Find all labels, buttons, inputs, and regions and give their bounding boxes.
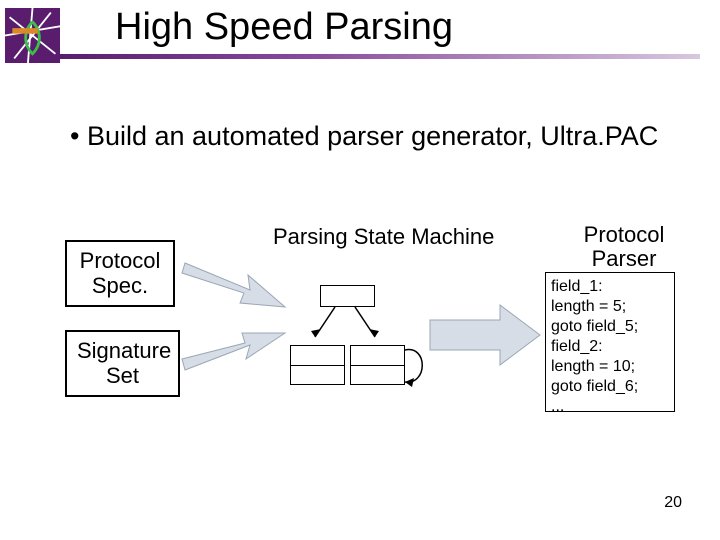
code-line: length = 5; [551, 297, 669, 317]
box-signature-set-label: Signature Set [77, 338, 171, 388]
box-signature-set: Signature Set [65, 330, 180, 397]
state-machine-node-top [320, 285, 375, 307]
pp-text: Protocol Parser [584, 222, 665, 271]
label-parsing-state-machine: Parsing State Machine [273, 225, 494, 249]
code-line: ... [551, 397, 669, 417]
state-machine-edge-right [350, 307, 390, 347]
bullet-item: • Build an automated parser generator, U… [70, 120, 658, 154]
code-line: goto field_6; [551, 377, 669, 397]
code-line: field_2: [551, 337, 669, 357]
state-machine-node-bottom-right [350, 345, 405, 385]
bullet-text: Build an automated parser generator, Ult… [87, 121, 658, 151]
title-underline [60, 54, 700, 59]
slide-title: High Speed Parsing [115, 6, 453, 49]
slide-logo [5, 8, 60, 63]
protocol-parser-code: field_1: length = 5; goto field_5; field… [545, 272, 675, 412]
box-protocol-spec-label: Protocol Spec. [80, 248, 161, 298]
diagram: Protocol Spec. Signature Set Parsing Sta… [45, 225, 685, 425]
code-line: goto field_5; [551, 317, 669, 337]
arrow-signature-to-machine [180, 315, 290, 385]
page-number: 20 [664, 494, 682, 512]
code-line: length = 10; [551, 357, 669, 377]
box-protocol-spec: Protocol Spec. [65, 240, 175, 307]
psm-text: Parsing State Machine [273, 224, 494, 249]
state-machine-node-bottom-left [290, 345, 345, 385]
code-line: field_1: [551, 277, 669, 297]
state-machine-edge-left [305, 307, 345, 347]
arrow-machine-to-parser [425, 300, 545, 370]
label-protocol-parser: Protocol Parser [563, 223, 685, 271]
bullet-marker: • [70, 121, 87, 151]
